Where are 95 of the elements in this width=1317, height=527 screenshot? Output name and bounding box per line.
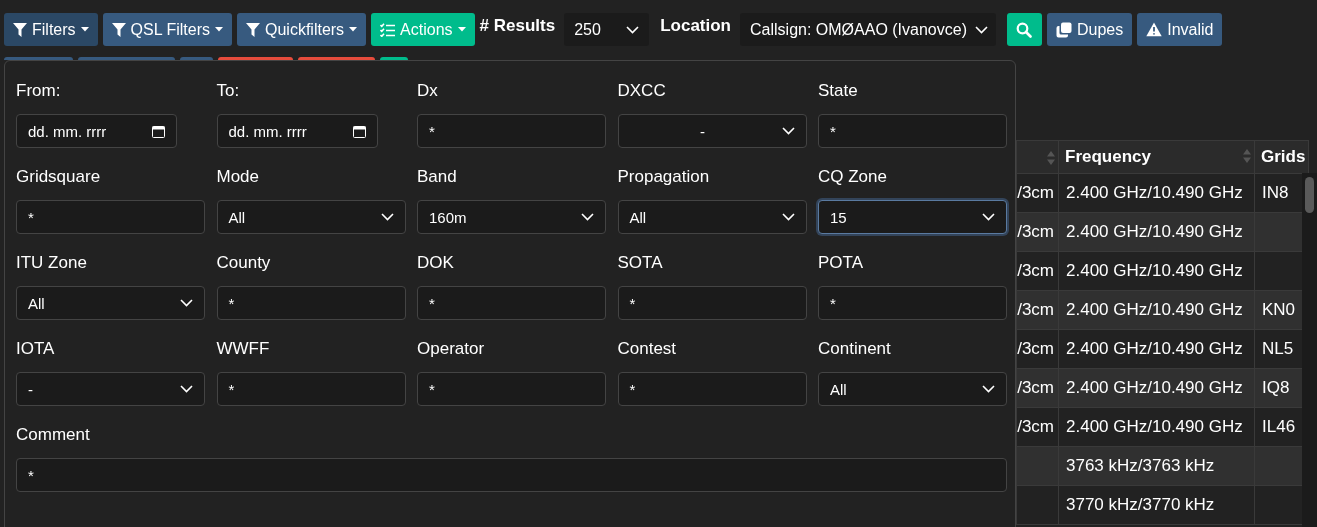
field-label: Continent bbox=[818, 339, 892, 359]
table-cell: 2.400 GHz/10.490 GHz bbox=[1058, 329, 1255, 369]
caret-icon bbox=[457, 27, 466, 32]
funnel-icon bbox=[111, 22, 126, 37]
field-label: DXCC bbox=[617, 81, 667, 101]
dupes-button[interactable]: Dupes bbox=[1046, 13, 1133, 46]
field-label: WWFF bbox=[216, 339, 271, 359]
text-field[interactable]: * bbox=[216, 372, 406, 406]
field-label: Propagation bbox=[617, 167, 711, 187]
location-label: Location bbox=[660, 15, 731, 36]
button-edge[interactable] bbox=[298, 57, 375, 60]
button-edge[interactable] bbox=[218, 57, 293, 60]
chevron-icon bbox=[180, 299, 193, 307]
field-label: CQ Zone bbox=[818, 167, 888, 187]
table-cell: 2.400 GHz/10.490 GHz bbox=[1058, 251, 1255, 291]
text-field[interactable]: * bbox=[818, 286, 1007, 320]
caret-icon bbox=[80, 27, 89, 32]
chevron-icon bbox=[781, 213, 795, 221]
button-edge[interactable] bbox=[4, 57, 73, 60]
filter-menu-button[interactable]: Quickfilters bbox=[237, 13, 367, 46]
field-label: County bbox=[216, 253, 272, 273]
funnel-icon bbox=[13, 22, 27, 37]
select-field[interactable]: - bbox=[617, 114, 807, 148]
select-field[interactable]: 15 bbox=[818, 200, 1007, 234]
field-label: POTA bbox=[818, 253, 865, 273]
field-label: Operator bbox=[417, 339, 486, 359]
checklist-icon bbox=[380, 22, 396, 37]
filter-menu-button[interactable]: Filters bbox=[4, 13, 98, 46]
table-cell: 2.400 GHz/10.490 GHz bbox=[1058, 407, 1255, 447]
date-field[interactable]: dd. mm. rrrr bbox=[216, 114, 378, 148]
chevron-icon bbox=[982, 385, 995, 393]
date-field[interactable]: dd. mm. rrrr bbox=[16, 114, 177, 148]
caret-icon bbox=[215, 27, 223, 32]
chevron-icon bbox=[180, 385, 193, 393]
chevron-icon bbox=[581, 213, 594, 221]
text-field[interactable]: * bbox=[417, 114, 606, 148]
filter-menu-button[interactable]: QSL Filters bbox=[102, 13, 232, 46]
calendar-icon bbox=[152, 124, 165, 138]
field-label: Comment bbox=[16, 425, 91, 445]
sort-icon bbox=[1243, 149, 1251, 163]
field-label: SOTA bbox=[617, 253, 664, 273]
table-cell: 3770 kHz/3770 kHz bbox=[1058, 485, 1255, 525]
table-cell: 2.400 GHz/10.490 GHz bbox=[1058, 368, 1255, 408]
button-edge[interactable] bbox=[180, 57, 213, 60]
chevron-icon bbox=[982, 213, 995, 221]
results-label: # Results bbox=[479, 15, 556, 36]
button-edge[interactable] bbox=[380, 57, 408, 60]
text-field[interactable]: * bbox=[417, 286, 606, 320]
calendar-icon bbox=[352, 124, 366, 138]
funnel-icon bbox=[246, 22, 260, 37]
table-cell: 2.400 GHz/10.490 GHz bbox=[1058, 290, 1255, 330]
text-field[interactable]: * bbox=[16, 458, 1007, 492]
select-field[interactable]: All bbox=[216, 200, 406, 234]
sort-icon bbox=[1047, 151, 1055, 165]
field-label: Dx bbox=[417, 81, 439, 101]
column-header[interactable]: Frequency bbox=[1058, 140, 1255, 174]
text-field[interactable]: * bbox=[818, 114, 1007, 148]
table-cell: 2.400 GHz/10.490 GHz bbox=[1058, 173, 1255, 213]
text-field[interactable]: * bbox=[16, 200, 205, 234]
text-field[interactable]: * bbox=[216, 286, 406, 320]
field-label: From: bbox=[16, 81, 62, 101]
field-label: Contest bbox=[617, 339, 678, 359]
warning-icon bbox=[1146, 22, 1163, 37]
field-label: ITU Zone bbox=[16, 253, 88, 273]
chevron-icon bbox=[781, 127, 795, 135]
field-label: Band bbox=[417, 167, 458, 187]
scrollbar[interactable] bbox=[1302, 173, 1317, 527]
caret-icon bbox=[349, 27, 358, 32]
results-select[interactable]: 250 bbox=[564, 13, 650, 46]
search-button[interactable] bbox=[1006, 13, 1042, 46]
search-icon bbox=[1016, 21, 1033, 38]
text-field[interactable]: * bbox=[417, 372, 606, 406]
invalid-button[interactable]: Invalid bbox=[1137, 13, 1223, 46]
location-select[interactable]: Callsign: OMØAAO (Ivanovce) bbox=[740, 13, 996, 46]
chevron-icon bbox=[626, 25, 640, 34]
field-label: Mode bbox=[216, 167, 261, 187]
select-field[interactable]: - bbox=[16, 372, 205, 406]
field-label: State bbox=[818, 81, 859, 101]
select-field[interactable]: All bbox=[16, 286, 205, 320]
field-label: To: bbox=[216, 81, 241, 101]
text-field[interactable]: * bbox=[617, 372, 807, 406]
table-cell: 2.400 GHz/10.490 GHz bbox=[1058, 212, 1255, 252]
table-cell: 3763 kHz/3763 kHz bbox=[1058, 446, 1255, 486]
select-field[interactable]: All bbox=[617, 200, 807, 234]
field-label: Gridsquare bbox=[16, 167, 102, 187]
chevron-icon bbox=[380, 213, 394, 221]
field-label: DOK bbox=[417, 253, 455, 273]
button-edge[interactable] bbox=[78, 57, 175, 60]
text-field[interactable]: * bbox=[617, 286, 807, 320]
copy-icon bbox=[1055, 21, 1072, 38]
select-field[interactable]: 160m bbox=[417, 200, 606, 234]
field-label: IOTA bbox=[16, 339, 56, 359]
select-field[interactable]: All bbox=[818, 372, 1007, 406]
chevron-icon bbox=[974, 25, 988, 34]
column-header[interactable]: Grids bbox=[1254, 140, 1309, 174]
